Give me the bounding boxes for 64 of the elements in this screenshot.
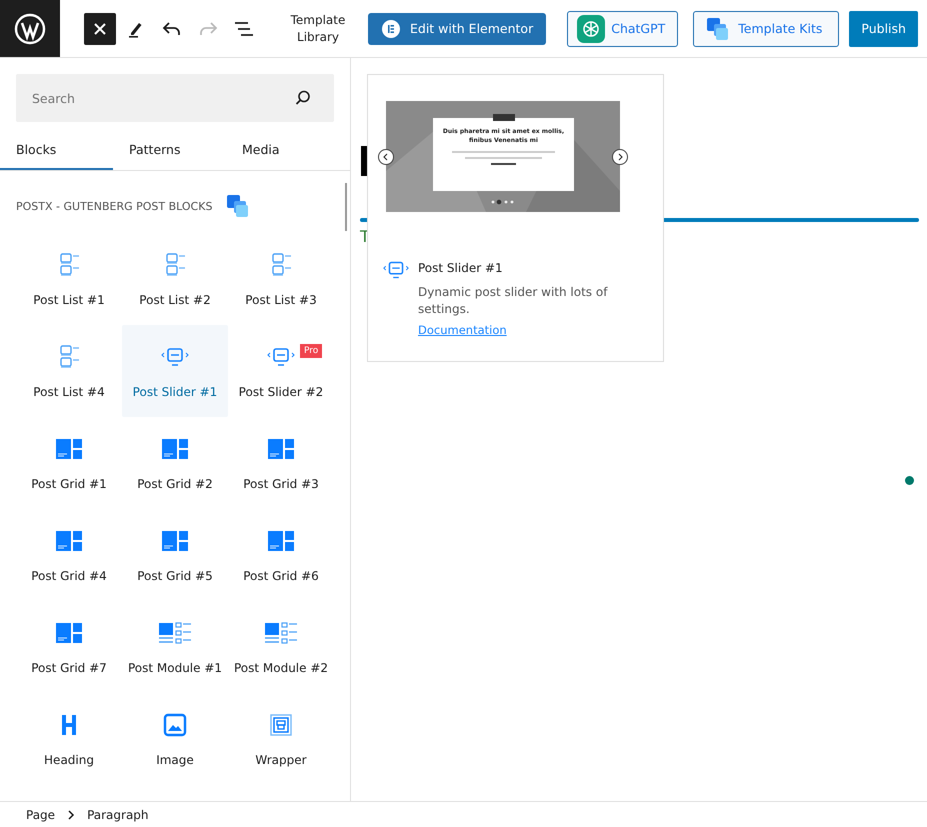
block-item[interactable]: Post Grid #3 — [228, 417, 334, 509]
block-item[interactable]: Image — [122, 693, 228, 785]
close-icon — [93, 22, 107, 36]
grid-layout-icon — [266, 437, 296, 461]
block-item[interactable]: Post Grid #4 — [16, 509, 122, 601]
sidebar-tab[interactable]: Media — [226, 130, 339, 170]
block-item[interactable]: Post Grid #1 — [16, 417, 122, 509]
block-title: Post Slider #1 — [418, 261, 504, 275]
grid-layout-icon — [54, 437, 84, 461]
search-icon — [294, 89, 312, 107]
publish-button[interactable]: Publish — [849, 10, 918, 46]
scrollbar-thumb[interactable] — [345, 183, 347, 231]
block-item[interactable]: Post List #3 — [228, 233, 334, 325]
block-item[interactable]: Post List #4 — [16, 325, 122, 417]
module-layout-icon — [263, 621, 299, 645]
chatgpt-icon — [577, 14, 606, 42]
undo-icon — [162, 20, 182, 38]
block-item[interactable]: Post Slider #1 — [122, 325, 228, 417]
category-tag — [492, 114, 514, 121]
wordpress-icon — [14, 12, 46, 44]
grid-layout-icon — [160, 529, 190, 553]
redo-icon — [198, 20, 218, 38]
block-item[interactable]: Post Module #1 — [122, 601, 228, 693]
block-item[interactable]: Post List #1 — [16, 233, 122, 325]
block-item[interactable]: Post Grid #2 — [122, 417, 228, 509]
module-layout-icon — [157, 621, 193, 645]
block-item[interactable]: Pro Post Slider #2 — [228, 325, 334, 417]
pro-badge: Pro — [300, 344, 322, 358]
grid-layout-icon — [54, 529, 84, 553]
image-icon — [163, 713, 187, 737]
chatgpt-button[interactable]: ChatGPT — [567, 10, 678, 46]
elementor-icon — [382, 20, 400, 38]
stacked-squares-icon — [226, 194, 250, 218]
grid-layout-icon — [160, 437, 190, 461]
block-item[interactable]: Post Grid #6 — [228, 509, 334, 601]
stacked-squares-icon — [706, 16, 730, 40]
search-field[interactable]: Search — [16, 74, 334, 122]
block-item[interactable]: Post Grid #7 — [16, 601, 122, 693]
documentation-link[interactable]: Documentation — [418, 323, 507, 337]
template-library-button[interactable]: Template Library — [278, 12, 358, 46]
heading-icon — [60, 714, 78, 736]
block-item[interactable]: Post List #2 — [122, 233, 228, 325]
wrapper-icon — [269, 713, 293, 737]
breadcrumb-item[interactable]: Page — [26, 808, 56, 822]
grid-layout-icon — [266, 529, 296, 553]
breadcrumb-item[interactable]: Paragraph — [87, 808, 149, 822]
category-heading: POSTX - GUTENBERG POST BLOCKS — [16, 200, 212, 212]
status-dot — [905, 476, 914, 485]
sidebar-tab[interactable]: Patterns — [113, 130, 226, 170]
close-button[interactable] — [84, 12, 116, 44]
list-view-icon — [234, 20, 254, 36]
pagination-dots-icon — [490, 199, 516, 205]
grid-layout-icon — [54, 621, 84, 645]
wordpress-logo[interactable] — [0, 0, 60, 57]
chevron-right-icon — [67, 810, 76, 820]
edit-with-elementor-button[interactable]: Edit with Elementor — [368, 12, 546, 44]
heading-block-fragment — [361, 146, 367, 176]
sidebar-tab[interactable]: Blocks — [0, 130, 113, 170]
block-description: Dynamic post slider with lots of settings. — [418, 284, 609, 318]
block-item[interactable]: Post Module #2 — [228, 601, 334, 693]
block-item[interactable]: Post Grid #5 — [122, 509, 228, 601]
block-item[interactable]: Wrapper — [228, 693, 334, 785]
block-item[interactable]: Heading — [16, 693, 122, 785]
template-kits-button[interactable]: Template Kits — [693, 10, 840, 46]
